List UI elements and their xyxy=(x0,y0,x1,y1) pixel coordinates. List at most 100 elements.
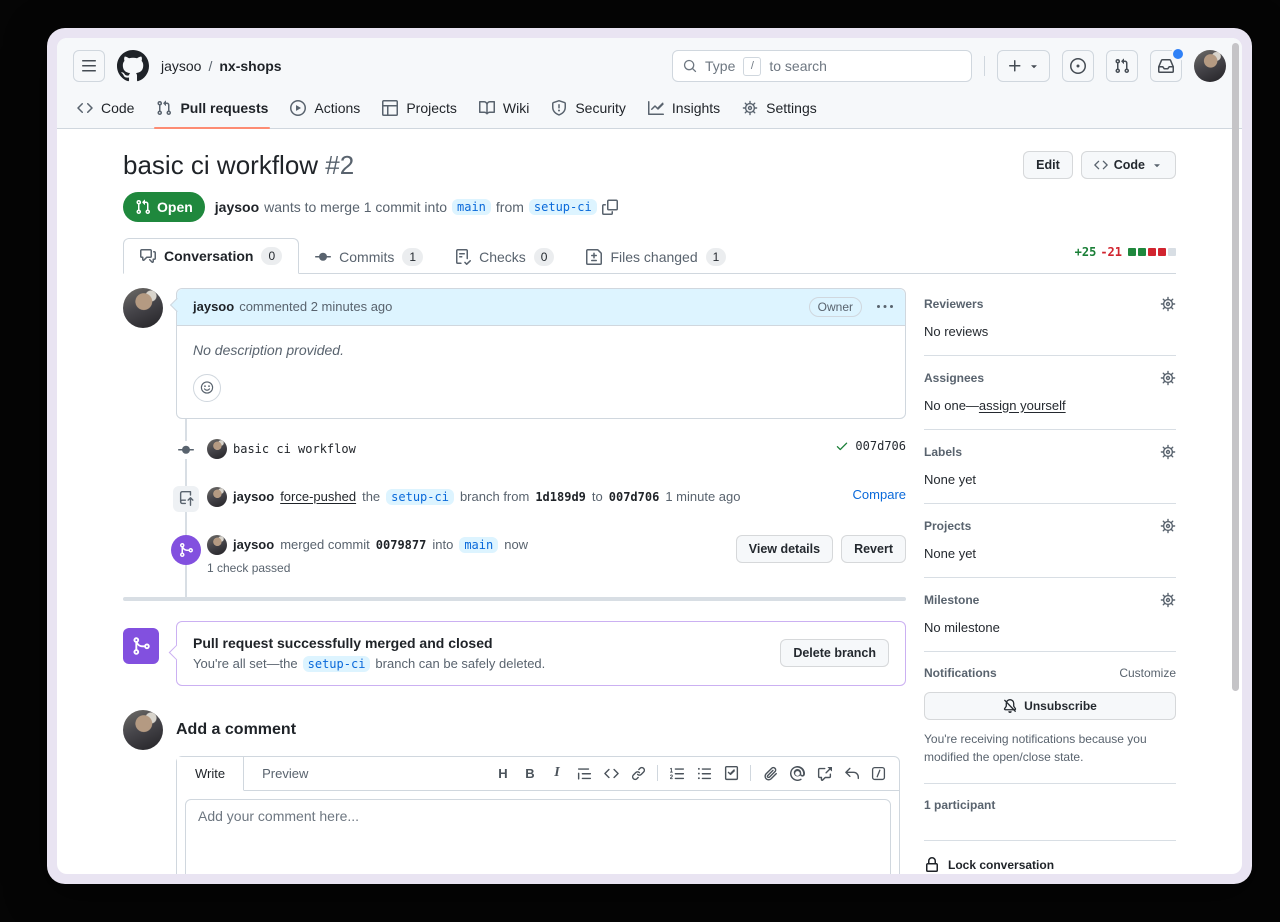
code-dropdown-button[interactable]: Code xyxy=(1081,151,1176,179)
attach-file-icon[interactable] xyxy=(757,760,783,786)
create-new-button[interactable] xyxy=(997,50,1050,82)
projects-value: None yet xyxy=(924,546,1176,561)
event-author-avatar[interactable] xyxy=(207,535,227,555)
link-icon[interactable] xyxy=(625,760,651,786)
nav-label: Insights xyxy=(672,100,720,116)
nav-item-projects[interactable]: Projects xyxy=(374,92,465,128)
github-logo-icon[interactable] xyxy=(117,50,149,82)
comment-meta[interactable]: commented 2 minutes ago xyxy=(239,299,392,314)
git-commit-icon xyxy=(315,249,331,265)
tab-conversation[interactable]: Conversation 0 xyxy=(123,238,299,274)
user-avatar[interactable] xyxy=(1194,50,1226,82)
hamburger-menu-button[interactable] xyxy=(73,50,105,82)
gear-icon[interactable] xyxy=(1160,444,1176,460)
file-diff-icon xyxy=(586,249,602,265)
pr-author-link[interactable]: jaysoo xyxy=(215,199,259,215)
unordered-list-icon[interactable] xyxy=(691,760,717,786)
add-reaction-button[interactable] xyxy=(193,374,221,402)
nav-label: Security xyxy=(575,100,626,116)
gear-icon[interactable] xyxy=(1160,296,1176,312)
issues-button[interactable] xyxy=(1062,50,1094,82)
head-branch-chip[interactable]: setup-ci xyxy=(529,199,597,215)
current-user-avatar[interactable] xyxy=(123,710,163,750)
gear-icon[interactable] xyxy=(1160,592,1176,608)
base-branch-chip[interactable]: main xyxy=(452,199,491,215)
gear-icon[interactable] xyxy=(1160,370,1176,386)
breadcrumb-repo[interactable]: nx-shops xyxy=(219,58,281,74)
section-title: Projects xyxy=(924,519,971,533)
diff-block xyxy=(1158,248,1166,256)
tab-preview[interactable]: Preview xyxy=(244,757,326,790)
heading-icon[interactable]: H xyxy=(490,760,516,786)
nav-item-actions[interactable]: Actions xyxy=(282,92,368,128)
nav-item-code[interactable]: Code xyxy=(69,92,142,128)
assign-yourself-link[interactable]: assign yourself xyxy=(979,398,1066,413)
cross-reference-icon[interactable] xyxy=(811,760,837,786)
merged-sha[interactable]: 0079877 xyxy=(376,538,427,552)
base-branch-chip[interactable]: main xyxy=(459,537,498,553)
compare-link[interactable]: Compare xyxy=(853,487,906,502)
tab-checks[interactable]: Checks 0 xyxy=(439,240,570,274)
italic-icon[interactable]: I xyxy=(544,760,570,786)
kebab-menu-icon[interactable] xyxy=(877,299,893,315)
pull-requests-button[interactable] xyxy=(1106,50,1138,82)
slash-key-hint: / xyxy=(743,57,761,76)
merge-event: jaysoo merged commit 0079877 into main n… xyxy=(123,535,906,575)
lock-conversation-button[interactable]: Lock conversation xyxy=(924,841,1176,874)
old-sha[interactable]: 1d189d9 xyxy=(535,490,586,504)
code-icon[interactable] xyxy=(598,760,624,786)
comment-author-avatar[interactable] xyxy=(123,288,163,328)
commit-status-and-sha[interactable]: 007d706 xyxy=(835,439,906,453)
tab-files-changed[interactable]: Files changed 1 xyxy=(570,240,742,274)
customize-link[interactable]: Customize xyxy=(1119,666,1176,680)
delete-branch-button[interactable]: Delete branch xyxy=(780,639,889,667)
bold-icon[interactable]: B xyxy=(517,760,543,786)
commit-message[interactable]: basic ci workflow xyxy=(233,442,356,456)
head-branch-chip[interactable]: setup-ci xyxy=(386,489,454,505)
nav-item-settings[interactable]: Settings xyxy=(734,92,825,128)
copy-icon[interactable] xyxy=(602,199,618,215)
view-details-button[interactable]: View details xyxy=(736,535,833,563)
comment-textarea[interactable] xyxy=(185,799,891,875)
search-input[interactable]: Type / to search xyxy=(672,50,972,82)
comment-author[interactable]: jaysoo xyxy=(193,299,234,314)
commit-author-avatar[interactable] xyxy=(207,439,227,459)
timeline-events: basic ci workflow 007d706 xyxy=(123,419,906,597)
nav-item-insights[interactable]: Insights xyxy=(640,92,728,128)
edit-button[interactable]: Edit xyxy=(1023,151,1073,179)
graph-icon xyxy=(648,100,664,116)
new-sha[interactable]: 007d706 xyxy=(609,490,660,504)
nav-item-pull-requests[interactable]: Pull requests xyxy=(148,92,276,128)
lock-icon xyxy=(924,857,940,873)
check-passed-note[interactable]: 1 check passed xyxy=(207,561,528,575)
unread-notification-dot xyxy=(1171,47,1185,61)
repo-push-icon xyxy=(173,486,199,512)
head-branch-chip[interactable]: setup-ci xyxy=(303,656,371,672)
event-time[interactable]: 1 minute ago xyxy=(665,489,740,504)
commit-sha[interactable]: 007d706 xyxy=(855,439,906,453)
breadcrumb-owner[interactable]: jaysoo xyxy=(161,58,201,74)
search-placeholder-rest: to search xyxy=(769,58,827,74)
force-pushed-link[interactable]: force-pushed xyxy=(280,489,356,504)
task-list-icon[interactable] xyxy=(718,760,744,786)
unsubscribe-button[interactable]: Unsubscribe xyxy=(924,692,1176,720)
nav-item-security[interactable]: Security xyxy=(543,92,634,128)
revert-button[interactable]: Revert xyxy=(841,535,906,563)
mention-icon[interactable] xyxy=(784,760,810,786)
event-author[interactable]: jaysoo xyxy=(233,489,274,504)
ordered-list-icon[interactable] xyxy=(664,760,690,786)
slash-commands-icon[interactable] xyxy=(865,760,891,786)
nav-item-wiki[interactable]: Wiki xyxy=(471,92,537,128)
state-change-divider xyxy=(123,597,906,601)
book-icon xyxy=(479,100,495,116)
quote-icon[interactable] xyxy=(571,760,597,786)
scrollbar-thumb[interactable] xyxy=(1232,43,1239,691)
event-author[interactable]: jaysoo xyxy=(233,537,274,552)
saved-replies-icon[interactable] xyxy=(838,760,864,786)
tab-commits[interactable]: Commits 1 xyxy=(299,240,439,274)
inbox-button[interactable] xyxy=(1150,50,1182,82)
tab-write[interactable]: Write xyxy=(177,757,244,791)
event-author-avatar[interactable] xyxy=(207,487,227,507)
gear-icon[interactable] xyxy=(1160,518,1176,534)
event-time[interactable]: now xyxy=(504,537,528,552)
